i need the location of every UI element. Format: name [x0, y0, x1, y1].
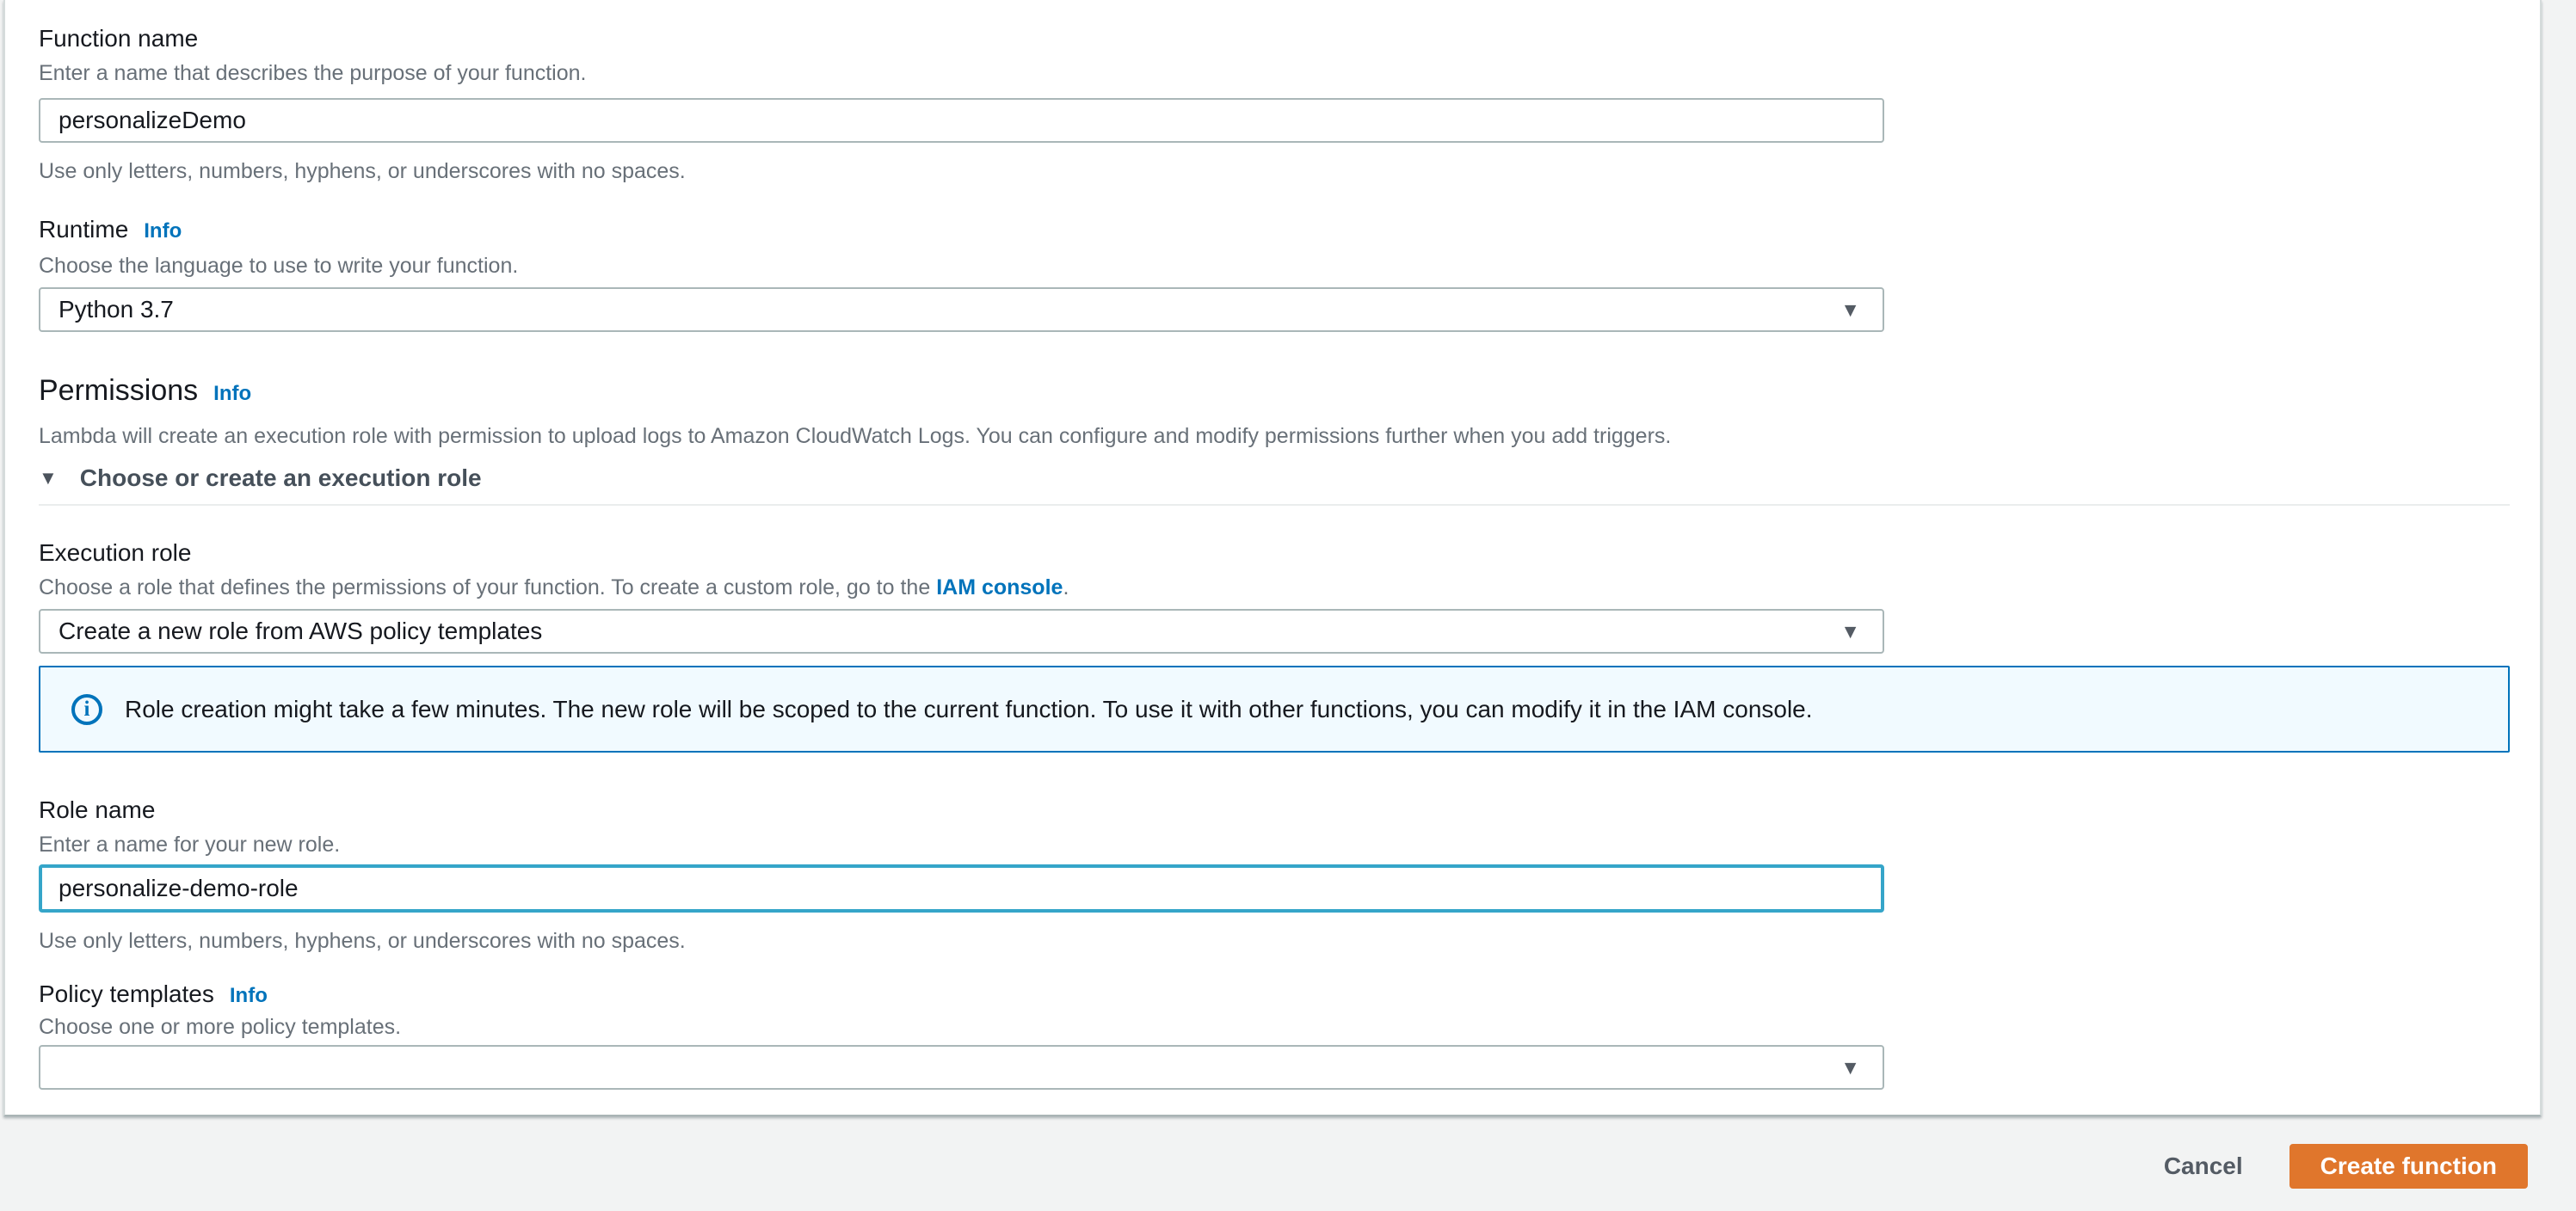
chevron-down-icon: ▼	[1840, 1055, 1860, 1079]
runtime-select-value: Python 3.7	[59, 296, 174, 323]
runtime-info-link[interactable]: Info	[144, 217, 182, 246]
function-name-label: Function name	[39, 24, 2540, 53]
collapse-triangle-icon: ▼	[39, 467, 58, 489]
form-content: Function name Enter a name that describe…	[5, 0, 2540, 1090]
execution-role-select-value: Create a new role from AWS policy templa…	[59, 618, 543, 644]
execution-role-description: Choose a role that defines the permissio…	[39, 575, 2540, 600]
role-name-label-text: Role name	[39, 796, 156, 823]
role-name-description: Enter a name for your new role.	[39, 833, 341, 857]
execution-role-description-suffix: .	[1063, 575, 1069, 599]
policy-templates-info-link[interactable]: Info	[230, 981, 268, 1011]
permissions-info-link[interactable]: Info	[213, 376, 251, 411]
policy-templates-label-text: Policy templates	[39, 980, 214, 1007]
policy-templates-select[interactable]: ▼	[39, 1045, 1884, 1090]
permissions-heading-text: Permissions	[39, 374, 199, 407]
policy-templates-label: Policy templates Info	[39, 980, 2540, 1011]
function-name-label-text: Function name	[39, 25, 199, 52]
footer-action-bar: Cancel Create function	[2164, 1144, 2528, 1189]
chevron-down-icon: ▼	[1840, 298, 1860, 321]
policy-templates-description: Choose one or more policy templates.	[39, 1015, 402, 1039]
info-circle-icon: i	[71, 693, 102, 725]
cancel-button[interactable]: Cancel	[2164, 1153, 2243, 1180]
function-name-helper: Use only letters, numbers, hyphens, or u…	[39, 159, 686, 183]
execution-role-select[interactable]: Create a new role from AWS policy templa…	[39, 609, 1884, 654]
runtime-label-text: Runtime	[39, 216, 129, 243]
execution-role-description-prefix: Choose a role that defines the permissio…	[39, 575, 937, 599]
execution-role-label: Execution role	[39, 538, 2540, 568]
role-name-label: Role name	[39, 796, 2540, 825]
create-function-button[interactable]: Create function	[2289, 1144, 2528, 1189]
create-function-form-card: Function name Enter a name that describe…	[3, 0, 2542, 1116]
runtime-select[interactable]: Python 3.7 ▼	[39, 287, 1884, 332]
runtime-description: Choose the language to use to write your…	[39, 254, 519, 278]
role-name-helper: Use only letters, numbers, hyphens, or u…	[39, 929, 686, 953]
runtime-label: Runtime Info	[39, 215, 2540, 246]
permissions-description: Lambda will create an execution role wit…	[39, 424, 1672, 448]
collapsible-label: Choose or create an execution role	[79, 464, 482, 491]
chevron-down-icon: ▼	[1840, 619, 1860, 642]
iam-console-link[interactable]: IAM console	[936, 575, 1063, 599]
section-divider	[39, 504, 2510, 506]
function-name-input[interactable]	[39, 98, 1884, 143]
execution-role-collapsible-toggle[interactable]: ▼ Choose or create an execution role	[39, 464, 2540, 492]
role-name-input[interactable]	[39, 864, 1884, 913]
role-creation-alert-text: Role creation might take a few minutes. …	[125, 695, 1813, 722]
permissions-heading: Permissions Info	[39, 373, 2540, 411]
function-name-description: Enter a name that describes the purpose …	[39, 61, 587, 85]
execution-role-label-text: Execution role	[39, 539, 192, 566]
role-name-input-wrap	[39, 864, 2540, 913]
role-creation-info-alert: i Role creation might take a few minutes…	[39, 666, 2510, 753]
